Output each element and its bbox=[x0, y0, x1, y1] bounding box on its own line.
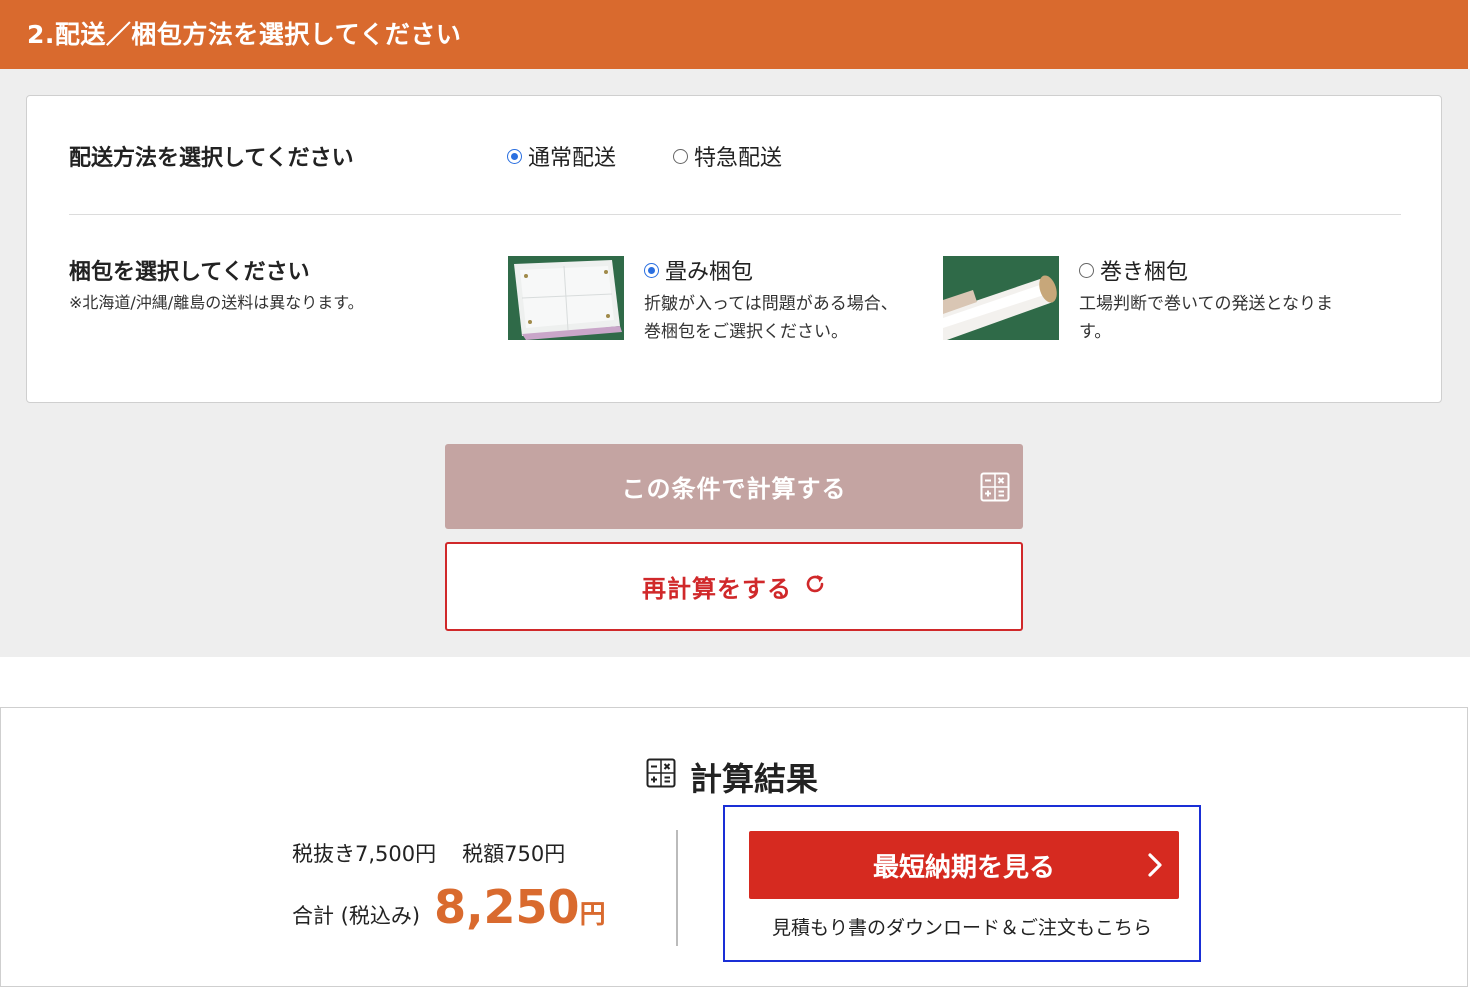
folded-package-photo bbox=[508, 256, 624, 340]
recalculate-button[interactable]: 再計算をする bbox=[445, 542, 1023, 631]
calculate-button-label: この条件で計算する bbox=[621, 475, 847, 503]
calculation-result-card: 計算結果 税抜き7,500円 税額750円 合計 (税込み) 8,250 円 最… bbox=[0, 707, 1468, 987]
price-breakdown: 税抜き7,500円 税額750円 bbox=[292, 838, 565, 868]
description-line: 工場判断で巻いての発送となりま bbox=[1079, 294, 1333, 314]
tax-text: 税額750円 bbox=[462, 842, 566, 866]
chevron-right-icon bbox=[1145, 851, 1165, 886]
calculator-icon bbox=[646, 758, 676, 796]
description-line: す。 bbox=[1079, 322, 1112, 342]
radio-indicator-selected[interactable] bbox=[507, 148, 522, 164]
description-line: 巻梱包をご選択ください。 bbox=[644, 322, 848, 342]
folded-packing-description: 折皺が入っては問題がある場合、 巻梱包をご選択ください。 bbox=[644, 290, 898, 346]
packing-label: 梱包を選択してください bbox=[69, 260, 310, 285]
total-price: 合計 (税込み) 8,250 円 bbox=[292, 880, 606, 934]
radio-indicator[interactable] bbox=[673, 148, 688, 164]
delivery-method-label: 配送方法を選択してください bbox=[69, 146, 354, 171]
rolled-package-photo bbox=[943, 256, 1059, 340]
vertical-divider bbox=[676, 830, 678, 946]
shipping-note: ※北海道/沖縄/離島の送料は異なります。 bbox=[69, 293, 364, 312]
radio-label: 通常配送 bbox=[528, 146, 617, 171]
radio-label: 特急配送 bbox=[694, 146, 783, 171]
section-title: 2.配送／梱包方法を選択してください bbox=[0, 0, 1468, 69]
result-title: 計算結果 bbox=[646, 754, 818, 800]
radio-indicator[interactable] bbox=[1079, 262, 1094, 278]
total-unit: 円 bbox=[579, 900, 606, 930]
rolled-packing-description: 工場判断で巻いての発送となりま す。 bbox=[1079, 290, 1333, 346]
result-title-text: 計算結果 bbox=[690, 760, 819, 798]
radio-rolled-packing[interactable]: 巻き梱包 bbox=[1079, 254, 1188, 286]
radio-label: 畳み梱包 bbox=[665, 260, 754, 285]
calculate-button[interactable]: この条件で計算する bbox=[445, 444, 1023, 529]
delivery-cta-box: 最短納期を見る 見積もり書のダウンロード＆ご注文もこちら bbox=[723, 805, 1201, 962]
recalculate-button-label: 再計算をする bbox=[642, 575, 792, 603]
total-label: 合計 (税込み) bbox=[292, 904, 421, 928]
cta-label: 最短納期を見る bbox=[872, 852, 1055, 883]
radio-indicator-selected[interactable] bbox=[644, 262, 659, 278]
total-amount: 8,250 bbox=[434, 880, 580, 934]
reload-icon bbox=[804, 573, 826, 601]
shortest-delivery-button[interactable]: 最短納期を見る bbox=[749, 831, 1179, 899]
radio-express-delivery[interactable]: 特急配送 bbox=[673, 140, 782, 172]
description-line: 折皺が入っては問題がある場合、 bbox=[644, 294, 898, 314]
radio-label: 巻き梱包 bbox=[1100, 260, 1189, 285]
shipping-options-card: 配送方法を選択してください 通常配送 特急配送 梱包を選択してください ※北海道… bbox=[26, 95, 1442, 403]
radio-normal-delivery[interactable]: 通常配送 bbox=[507, 140, 616, 172]
calculator-icon bbox=[980, 472, 1010, 508]
divider bbox=[69, 214, 1401, 215]
subtotal-text: 税抜き7,500円 bbox=[292, 842, 437, 866]
radio-folded-packing[interactable]: 畳み梱包 bbox=[644, 254, 753, 286]
cta-subtext: 見積もり書のダウンロード＆ご注文もこちら bbox=[771, 917, 1152, 939]
